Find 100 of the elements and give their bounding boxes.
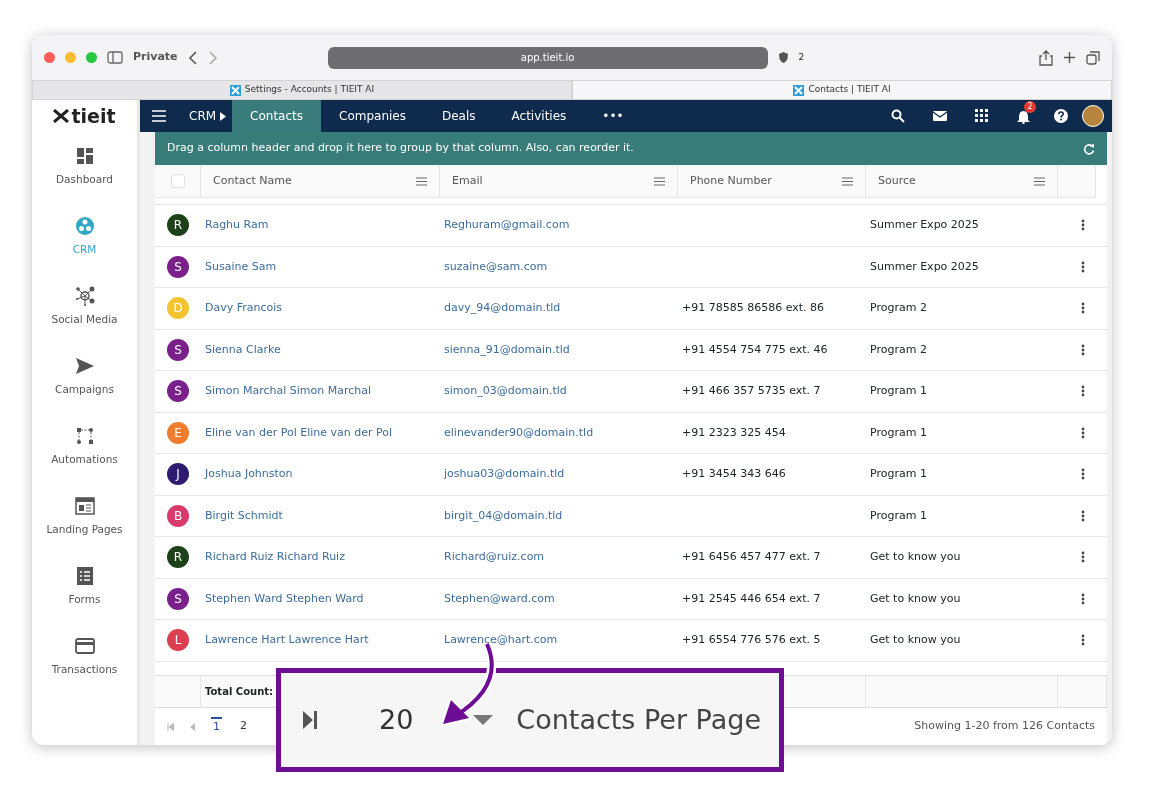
nav-tab[interactable]: Companies — [321, 100, 424, 132]
apps-grid-icon[interactable] — [975, 109, 989, 123]
private-label: Private — [133, 49, 178, 66]
contact-name-link[interactable]: Sienna Clarke — [205, 341, 281, 358]
contact-name-link[interactable]: Lawrence Hart Lawrence Hart — [205, 632, 369, 649]
search-icon[interactable] — [891, 109, 905, 123]
email-link[interactable]: elinevander90@domain.tld — [444, 424, 594, 441]
source-cell-text: Program 2 — [870, 300, 927, 316]
sidebar-item[interactable]: Forms — [32, 552, 137, 622]
shield-icon[interactable] — [777, 51, 789, 64]
contact-name-link[interactable]: Eline van der Pol Eline van der Pol — [205, 424, 393, 441]
column-menu-icon[interactable] — [416, 176, 427, 186]
notification-badge: 2 — [1024, 101, 1036, 113]
contact-name-link[interactable]: Joshua Johnston — [205, 466, 293, 483]
kebab-menu-icon[interactable] — [1080, 551, 1085, 564]
browser-tab[interactable]: Settings - Accounts | TIEIT AI — [32, 80, 572, 100]
select-all-checkbox[interactable] — [170, 174, 185, 188]
contact-avatar: S — [167, 338, 189, 361]
kebab-menu-icon[interactable] — [1080, 260, 1085, 273]
source-cell-text: Summer Expo 2025 — [870, 217, 979, 233]
app-logo[interactable]: tieit — [53, 100, 116, 132]
dashboard-icon — [74, 146, 95, 167]
kebab-menu-icon[interactable] — [1080, 343, 1085, 356]
email-link[interactable]: Reghuram@gmail.com — [444, 217, 570, 234]
page-button[interactable]: 2 — [238, 718, 249, 735]
email-link[interactable]: davy_94@domain.tld — [444, 300, 561, 317]
nav-tab[interactable]: Activities — [493, 100, 585, 132]
sidebar-item[interactable]: Transactions — [32, 622, 137, 692]
back-icon[interactable] — [187, 50, 198, 65]
help-icon[interactable] — [1054, 109, 1068, 123]
dropdown-caret-icon[interactable] — [473, 715, 494, 725]
nav-tab[interactable]: Contacts — [232, 100, 322, 132]
module-dropdown[interactable]: CRM — [181, 100, 233, 132]
contact-name-link[interactable]: Susaine Sam — [205, 258, 277, 275]
email-link[interactable]: suzaine@sam.com — [444, 258, 548, 275]
email-link[interactable]: birgit_04@domain.tld — [444, 507, 563, 524]
column-menu-icon[interactable] — [654, 176, 665, 186]
column-header[interactable]: Email — [452, 172, 483, 190]
nav-tab[interactable]: Deals — [424, 100, 494, 132]
column-menu-icon[interactable] — [842, 176, 853, 186]
source-cell-text: Program 1 — [870, 466, 927, 482]
sidebar-item[interactable]: Landing Pages — [32, 482, 137, 552]
contact-avatar: L — [167, 629, 189, 652]
column-header[interactable]: Contact Name — [213, 172, 292, 190]
kebab-menu-icon[interactable] — [1080, 468, 1085, 481]
email-link[interactable]: simon_03@domain.tld — [444, 383, 567, 400]
kebab-menu-icon[interactable] — [1080, 509, 1085, 522]
contact-avatar: B — [167, 504, 189, 527]
kebab-menu-icon[interactable] — [1080, 302, 1085, 315]
email-link[interactable]: Stephen@ward.com — [444, 590, 555, 607]
phone-cell-text: +91 3454 343 646 — [682, 466, 786, 482]
phone-cell-text: +91 6456 457 477 ext. 7 — [682, 549, 821, 565]
contact-avatar: S — [167, 255, 189, 278]
phone-cell-text: +91 466 357 5735 ext. 7 — [682, 383, 821, 399]
plus-icon[interactable] — [1063, 51, 1076, 64]
contact-name-link[interactable]: Birgit Schmidt — [205, 507, 283, 524]
sidebar-item[interactable]: Automations — [32, 412, 137, 482]
email-link[interactable]: Richard@ruiz.com — [444, 549, 545, 566]
share-icon[interactable] — [1039, 49, 1053, 66]
contact-name-link[interactable]: Simon Marchal Simon Marchal — [205, 383, 372, 400]
contact-name-link[interactable]: Richard Ruiz Richard Ruiz — [205, 549, 345, 566]
workflow-icon — [74, 426, 95, 447]
contact-name-link[interactable]: Stephen Ward Stephen Ward — [205, 590, 364, 607]
group-hint: Drag a column header and drop it here to group by that column. Also, can reorder it. — [167, 140, 634, 157]
kebab-menu-icon[interactable] — [1080, 426, 1085, 439]
avatar[interactable] — [1082, 105, 1104, 127]
email-link[interactable]: joshua03@domain.tld — [444, 466, 565, 483]
sidebar-item[interactable]: Social Media — [32, 272, 137, 342]
sidebar-item[interactable]: Campaigns — [32, 342, 137, 412]
email-link[interactable]: Lawrence@hart.com — [444, 632, 558, 649]
browser-tab[interactable]: Contacts | TIEIT AI — [572, 80, 1112, 100]
column-header[interactable]: Source — [878, 172, 916, 190]
kebab-menu-icon[interactable] — [1080, 592, 1085, 605]
last-page-icon[interactable] — [303, 711, 317, 729]
kebab-menu-icon[interactable] — [1080, 219, 1085, 232]
page-button[interactable]: 1 — [211, 717, 222, 736]
column-menu-icon[interactable] — [1034, 176, 1045, 186]
sidebar-item[interactable]: Dashboard — [32, 132, 137, 202]
source-cell: Program 1 — [870, 507, 927, 524]
contact-avatar: S — [167, 587, 189, 610]
contact-name-link[interactable]: Davy Francois — [205, 300, 283, 317]
tabs-icon[interactable] — [1086, 50, 1100, 65]
page-size-value[interactable]: 20 — [379, 699, 414, 741]
sidebar-icon[interactable] — [107, 51, 123, 64]
address-bar[interactable]: app.tieit.io — [327, 46, 768, 69]
mail-icon[interactable] — [933, 109, 947, 123]
bell-icon[interactable] — [1017, 109, 1030, 124]
column-header[interactable]: Phone Number — [690, 172, 772, 190]
refresh-icon[interactable] — [1083, 142, 1095, 155]
contact-name-link[interactable]: Raghu Ram — [205, 217, 269, 234]
kebab-menu-icon[interactable] — [1080, 385, 1085, 398]
menu-icon[interactable] — [152, 110, 166, 122]
more-button[interactable]: ••• — [584, 100, 642, 132]
window-control-icon[interactable] — [44, 52, 55, 63]
email-link[interactable]: sienna_91@domain.tld — [444, 341, 570, 358]
kebab-menu-icon[interactable] — [1080, 634, 1085, 647]
contact-avatar: E — [167, 421, 189, 444]
phone-cell: +91 4554 754 775 ext. 46 — [682, 341, 828, 358]
logo-text: tieit — [71, 103, 116, 129]
phone-cell-text: +91 78585 86586 ext. 86 — [682, 300, 825, 316]
